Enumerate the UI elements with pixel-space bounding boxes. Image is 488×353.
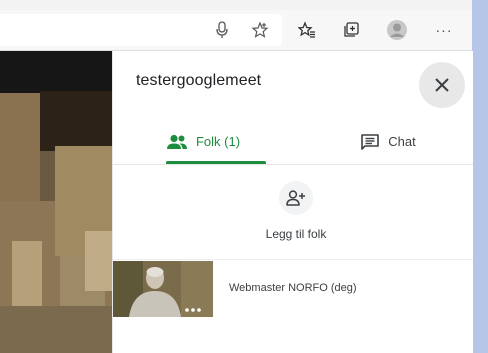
meeting-title: testergooglemeet — [136, 72, 262, 89]
tab-people-label: Folk (1) — [195, 134, 241, 149]
browser-toolbar: ··· — [0, 10, 472, 51]
people-icon — [166, 134, 187, 149]
add-people-label: Legg til folk — [265, 227, 327, 241]
collections-icon[interactable] — [341, 20, 361, 40]
close-icon — [435, 78, 449, 92]
tab-chat-label: Chat — [388, 134, 416, 149]
panel-tabs: Folk (1) Chat — [113, 119, 473, 164]
tab-chat[interactable]: Chat — [338, 119, 438, 164]
participant-avatar — [113, 261, 213, 317]
add-person-icon — [286, 190, 305, 206]
more-options-icon[interactable]: ··· — [434, 20, 454, 40]
participant-name: Webmaster NORFO (deg) — [229, 282, 357, 294]
tab-people[interactable]: Folk (1) — [148, 119, 258, 164]
add-people-button[interactable]: Legg til folk — [251, 181, 341, 251]
favorite-star-icon[interactable] — [250, 20, 270, 40]
profile-avatar-icon[interactable] — [386, 19, 408, 41]
close-button[interactable] — [419, 62, 465, 108]
address-bar[interactable] — [0, 14, 282, 46]
meeting-video — [0, 51, 112, 353]
add-people-icon-wrap — [279, 181, 313, 215]
chat-icon — [361, 133, 380, 150]
favorites-list-icon[interactable] — [297, 20, 317, 40]
tabs-divider — [113, 164, 473, 165]
microphone-icon[interactable] — [212, 20, 232, 40]
browser-tab-strip — [0, 0, 472, 10]
participant-row[interactable]: Webmaster NORFO (deg) — [113, 260, 473, 317]
window-edge — [472, 0, 488, 353]
meeting-details-panel: testergooglemeet Folk (1) Chat Legg til … — [112, 51, 473, 353]
